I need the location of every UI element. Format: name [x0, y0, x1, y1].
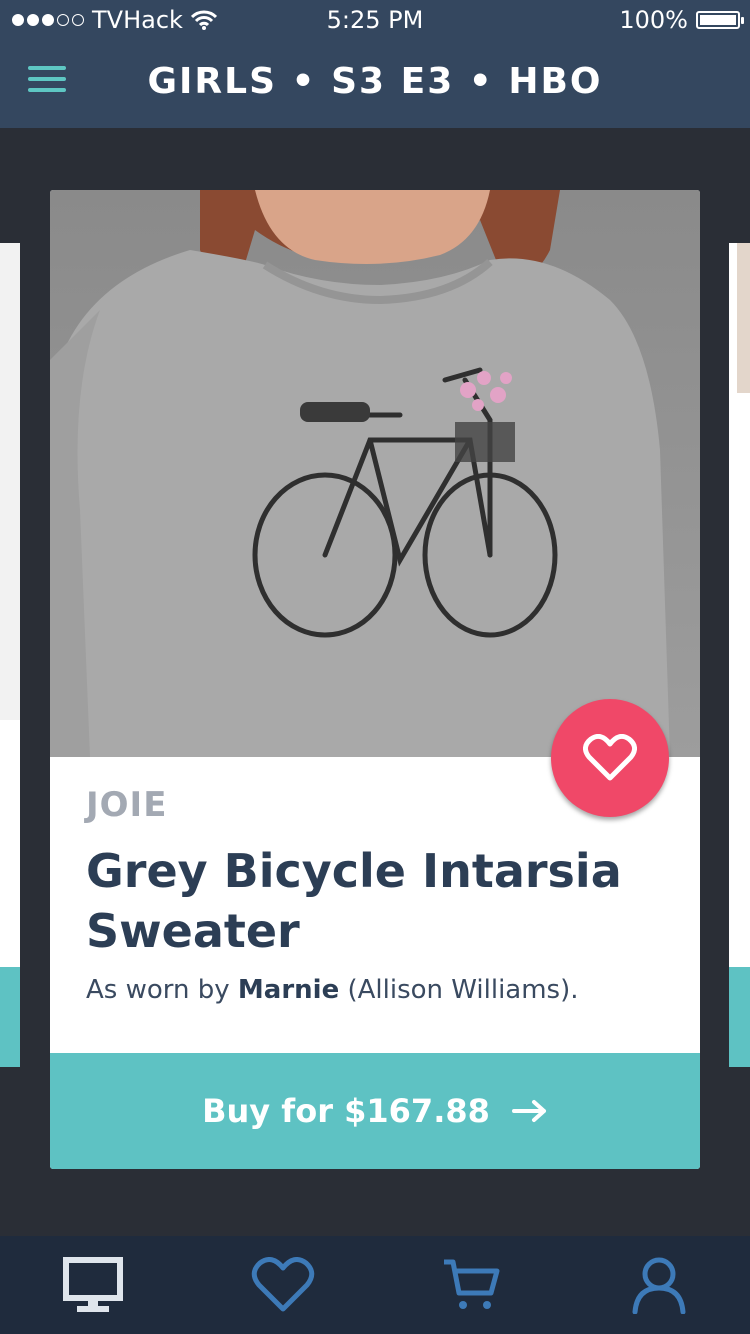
- arrow-right-icon: [511, 1100, 546, 1122]
- battery-percent: 100%: [619, 6, 688, 34]
- tab-watch[interactable]: [53, 1250, 133, 1320]
- show-title: GIRLS • S3 E3 • HBO: [147, 61, 603, 102]
- battery-icon: [696, 11, 744, 29]
- worn-by-text: As worn by Marnie (Allison Williams).: [86, 975, 666, 1005]
- next-card-peek[interactable]: [729, 243, 750, 1067]
- worn-prefix: As worn by: [86, 975, 230, 1005]
- buy-button[interactable]: Buy for $167.88: [50, 1053, 700, 1169]
- heart-icon: [583, 734, 637, 781]
- character-name: Marnie: [237, 975, 340, 1005]
- product-brand: JOIE: [86, 785, 168, 825]
- cart-icon: [444, 1259, 500, 1309]
- tv-monitor-icon: [63, 1257, 123, 1312]
- user-icon: [632, 1257, 686, 1314]
- previous-card-peek[interactable]: [0, 243, 20, 1067]
- tab-cart[interactable]: [431, 1250, 511, 1320]
- tab-favorites[interactable]: [243, 1250, 323, 1320]
- status-right: 100%: [619, 0, 744, 40]
- tab-profile[interactable]: [619, 1250, 699, 1320]
- favorite-button[interactable]: [551, 699, 669, 817]
- status-bar: TVHack 5:25 PM 100%: [0, 0, 750, 40]
- top-bar: TVHack 5:25 PM 100% GIRLS • S3 E3 • HBO: [0, 0, 750, 128]
- bottom-tab-bar: [0, 1236, 750, 1334]
- product-name: Grey Bicycle Intarsia Sweater: [86, 844, 622, 958]
- actor-name: (Allison Williams).: [347, 975, 579, 1005]
- buy-button-label: Buy for $167.88: [202, 1092, 490, 1130]
- product-image: [50, 190, 700, 757]
- heart-icon: [251, 1257, 315, 1312]
- product-card: JOIE Grey Bicycle Intarsia Sweater As wo…: [50, 190, 700, 1169]
